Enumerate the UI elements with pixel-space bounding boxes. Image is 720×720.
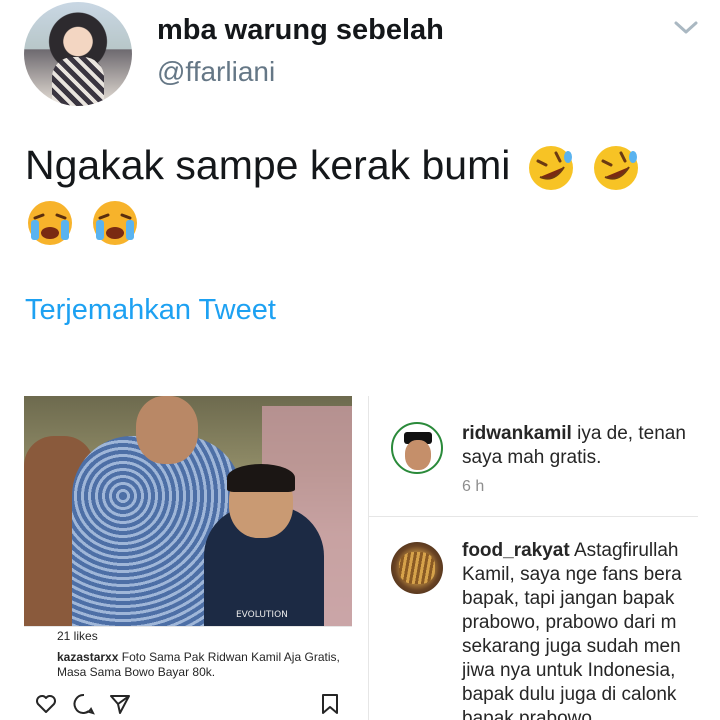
rolling-laughing-emoji-icon: [594, 146, 639, 191]
comment-line: jiwa nya untuk Indonesia,: [462, 660, 676, 681]
tweet-text: Ngakak sampe kerak bumi: [25, 138, 705, 248]
likes-count: 21 likes: [57, 629, 98, 643]
comment-timestamp: 6 h: [462, 478, 485, 495]
post-photo: EVOLUTION: [24, 396, 352, 626]
avatar-scarf: [52, 57, 104, 106]
comment-line: bapak prabowo: [462, 708, 592, 720]
profile-avatar[interactable]: [24, 2, 132, 106]
comment-line: Kamil, saya nge fans bera: [462, 564, 682, 585]
bookmark-icon[interactable]: [320, 692, 340, 716]
post-actions: [24, 686, 352, 720]
shirt-text: EVOLUTION: [236, 610, 288, 620]
caption-username: kazastarxx: [57, 650, 119, 664]
comment-line: saya mah gratis.: [462, 447, 602, 468]
comment-line: Astagfirullah: [573, 540, 679, 561]
comment-line: iya de, tenan: [577, 423, 686, 444]
translate-tweet-link[interactable]: Terjemahkan Tweet: [25, 294, 276, 327]
loudly-crying-emoji-icon: [28, 201, 72, 246]
share-icon[interactable]: [108, 692, 132, 716]
comment-food-rakyat: food_rakyat Astagfirullah Kamil, saya ng…: [462, 539, 682, 720]
display-name[interactable]: mba warung sebelah: [157, 14, 444, 47]
user-handle[interactable]: @ffarliani: [157, 56, 275, 88]
comment-ridwankamil: ridwankamil iya de, tenan saya mah grati…: [462, 422, 686, 470]
tweet-body: Ngakak sampe kerak bumi: [25, 142, 511, 188]
comment-icon[interactable]: [72, 692, 96, 716]
comment-line: bapak, tapi jangan bapak: [462, 588, 675, 609]
comment-username: food_rakyat: [462, 540, 570, 561]
rolling-laughing-emoji-icon: [528, 146, 573, 191]
avatar: [391, 542, 443, 594]
comment-line: bapak dulu juga di calonk: [462, 684, 677, 705]
comment-line: sekarang juga sudah men: [462, 636, 681, 657]
attached-image-instagram-comments[interactable]: ridwankamil iya de, tenan saya mah grati…: [368, 396, 698, 720]
post-caption: kazastarxx Foto Sama Pak Ridwan Kamil Aj…: [57, 650, 347, 680]
divider: [369, 516, 698, 517]
comment-username: ridwankamil: [462, 423, 572, 444]
attached-image-instagram-post[interactable]: EVOLUTION 21 likes kazastarxx Foto Sama …: [24, 396, 352, 720]
avatar: [391, 422, 443, 474]
heart-icon[interactable]: [34, 692, 58, 716]
loudly-crying-emoji-icon: [93, 201, 138, 246]
chevron-down-icon[interactable]: [672, 14, 700, 42]
comment-line: prabowo, prabowo dari m: [462, 612, 677, 633]
